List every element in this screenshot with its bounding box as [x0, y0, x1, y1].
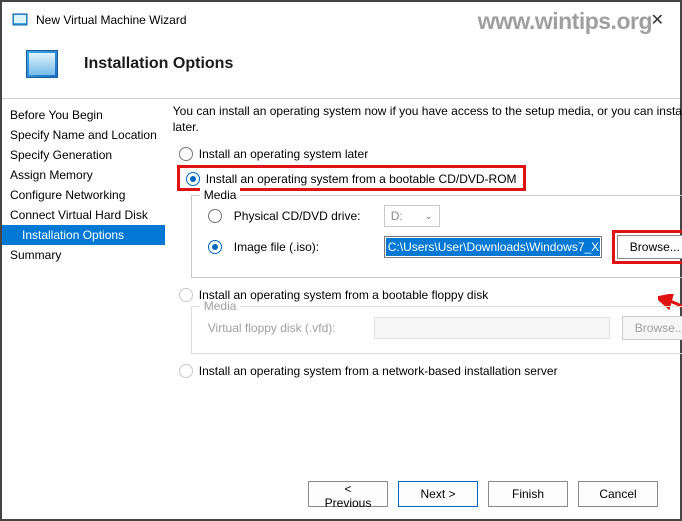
content: You can install an operating system now …	[165, 99, 682, 469]
sidebar: Before You Begin Specify Name and Locati…	[2, 99, 165, 469]
previous-button[interactable]: < Previous	[308, 481, 388, 507]
image-file-value: C:\Users\User\Downloads\Windows7_X64.iso	[386, 238, 600, 256]
cancel-button[interactable]: Cancel	[578, 481, 658, 507]
radio-install-cd-label: Install an operating system from a boota…	[206, 172, 517, 186]
sidebar-item-specify-generation[interactable]: Specify Generation	[2, 145, 165, 165]
close-button[interactable]: ✕	[645, 10, 670, 30]
header: Installation Options	[2, 36, 680, 98]
wizard-icon	[26, 50, 58, 78]
sidebar-item-summary[interactable]: Summary	[2, 245, 165, 265]
vfd-label: Virtual floppy disk (.vfd):	[208, 321, 368, 335]
sidebar-item-installation-options[interactable]: Installation Options	[2, 225, 165, 245]
radio-install-cd[interactable]	[186, 172, 200, 186]
window-title: New Virtual Machine Wizard	[36, 13, 187, 27]
radio-install-later[interactable]	[179, 147, 193, 161]
media-legend: Media	[200, 188, 241, 202]
vfd-input	[374, 317, 610, 339]
titlebar: New Virtual Machine Wizard ✕	[2, 2, 680, 36]
image-file-input[interactable]: C:\Users\User\Downloads\Windows7_X64.iso	[384, 236, 602, 258]
radio-install-network-label: Install an operating system from a netwo…	[199, 364, 558, 378]
sidebar-item-configure-networking[interactable]: Configure Networking	[2, 185, 165, 205]
radio-install-later-label: Install an operating system later	[199, 147, 368, 161]
finish-button[interactable]: Finish	[488, 481, 568, 507]
next-button[interactable]: Next >	[398, 481, 478, 507]
app-icon	[12, 12, 28, 28]
floppy-legend: Media	[200, 299, 241, 313]
browse-button[interactable]: Browse...	[617, 235, 682, 259]
vfd-browse-button: Browse...	[622, 316, 682, 340]
physical-drive-label: Physical CD/DVD drive:	[234, 209, 378, 223]
image-file-label: Image file (.iso):	[234, 240, 378, 254]
intro-text: You can install an operating system now …	[173, 103, 682, 135]
sidebar-item-connect-vhd[interactable]: Connect Virtual Hard Disk	[2, 205, 165, 225]
physical-drive-select[interactable]: D: ⌄	[384, 205, 440, 227]
highlight-browse: Browse...	[612, 230, 682, 264]
floppy-fieldset: Media Virtual floppy disk (.vfd): Browse…	[191, 306, 682, 354]
radio-image-file[interactable]	[208, 240, 222, 254]
footer: < Previous Next > Finish Cancel	[308, 481, 658, 507]
radio-install-floppy[interactable]	[179, 288, 193, 302]
radio-install-floppy-label: Install an operating system from a boota…	[199, 288, 489, 302]
sidebar-item-assign-memory[interactable]: Assign Memory	[2, 165, 165, 185]
page-title: Installation Options	[84, 55, 233, 73]
radio-install-network[interactable]	[179, 364, 193, 378]
sidebar-item-before-you-begin[interactable]: Before You Begin	[2, 105, 165, 125]
physical-drive-value: D:	[391, 209, 403, 223]
chevron-down-icon: ⌄	[424, 211, 432, 222]
radio-physical-drive[interactable]	[208, 209, 222, 223]
sidebar-item-specify-name[interactable]: Specify Name and Location	[2, 125, 165, 145]
media-fieldset: Media Physical CD/DVD drive: D: ⌄ Image …	[191, 195, 682, 278]
